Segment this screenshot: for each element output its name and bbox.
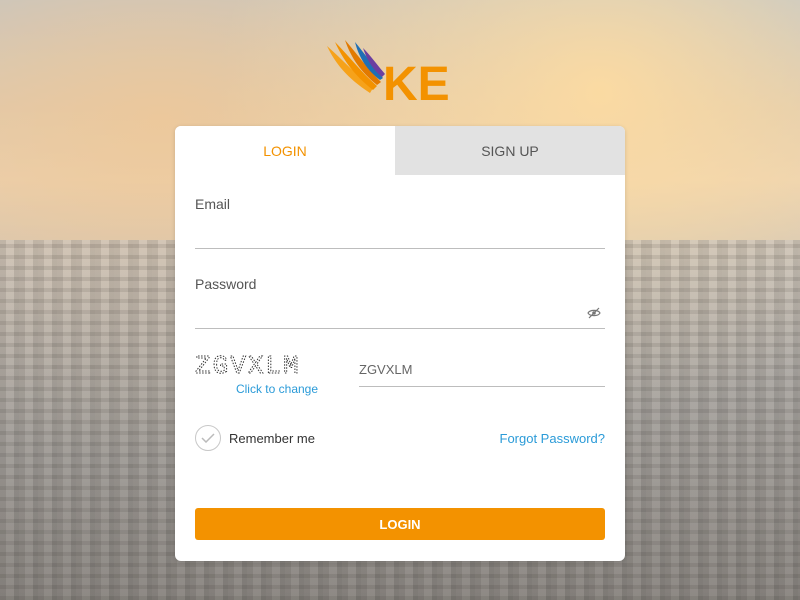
tab-login[interactable]: LOGIN — [175, 126, 395, 175]
auth-tabs: LOGIN SIGN UP — [175, 126, 625, 175]
login-button[interactable]: LOGIN — [195, 508, 605, 540]
captcha-change-link[interactable]: Click to change — [195, 382, 359, 396]
forgot-password-link[interactable]: Forgot Password? — [500, 431, 606, 446]
eye-slash-icon[interactable] — [587, 306, 601, 319]
email-label: Email — [195, 196, 231, 212]
captcha-input[interactable]: ZGVXLM — [359, 354, 605, 387]
captcha-input-value: ZGVXLM — [359, 362, 413, 377]
captcha-image: ZGVXLM — [195, 351, 335, 382]
checkmark-icon — [195, 425, 221, 451]
ke-logo: KE — [325, 38, 475, 111]
captcha-code: ZGVXLM — [195, 352, 301, 378]
remember-me-checkbox[interactable]: Remember me — [195, 425, 315, 451]
remember-me-label: Remember me — [229, 430, 315, 446]
auth-card: LOGIN SIGN UP Email Password ZGVXLM Clic… — [175, 126, 625, 561]
tab-signup[interactable]: SIGN UP — [395, 126, 625, 175]
email-field[interactable]: Email — [195, 196, 605, 250]
logo-text: KE — [383, 58, 450, 108]
password-input-underline — [195, 328, 605, 329]
password-label: Password — [195, 276, 257, 292]
password-field[interactable]: Password — [195, 276, 605, 330]
email-input-underline — [195, 248, 605, 249]
